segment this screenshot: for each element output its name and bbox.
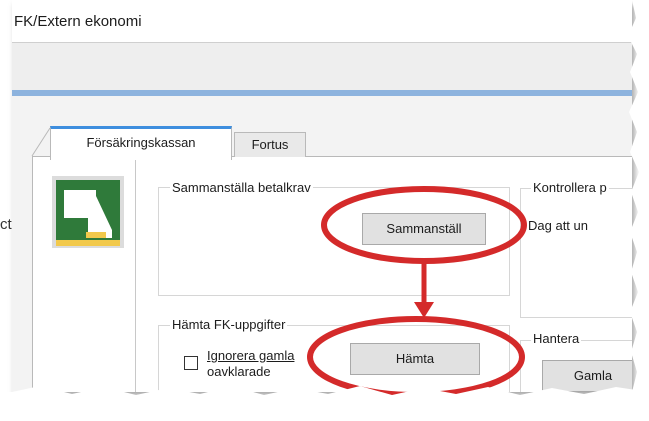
group-hamta-title: Hämta FK-uppgifter — [170, 317, 288, 332]
hamta-button[interactable]: Hämta — [350, 343, 480, 375]
group-sammanstalla-title: Sammanställa betalkrav — [170, 180, 313, 195]
forsakringskassan-logo-icon — [52, 176, 124, 248]
ignorera-checkbox[interactable] — [184, 356, 198, 370]
application-window: FK/Extern ekonomi Försäkringskassan Fort… — [12, 0, 632, 392]
group-kontrollera-title: Kontrollera p — [531, 180, 609, 195]
sammanstall-button[interactable]: Sammanställ — [362, 213, 486, 245]
ignorera-label-line1: Ignorera gamla — [207, 348, 295, 363]
group-kontrollera — [520, 188, 632, 318]
dag-att-label: Dag att un — [528, 218, 588, 233]
gamla-button[interactable]: Gamla — [542, 360, 632, 392]
tab-forsakringskassan[interactable]: Försäkringskassan — [50, 126, 232, 160]
sidebar-divider — [135, 156, 136, 392]
ignorera-label-line2: oavklarade — [207, 364, 271, 379]
page-fragment-text: ct — [0, 216, 12, 233]
tab-fortus[interactable]: Fortus — [234, 132, 306, 157]
group-hantera-title: Hantera — [531, 331, 582, 346]
